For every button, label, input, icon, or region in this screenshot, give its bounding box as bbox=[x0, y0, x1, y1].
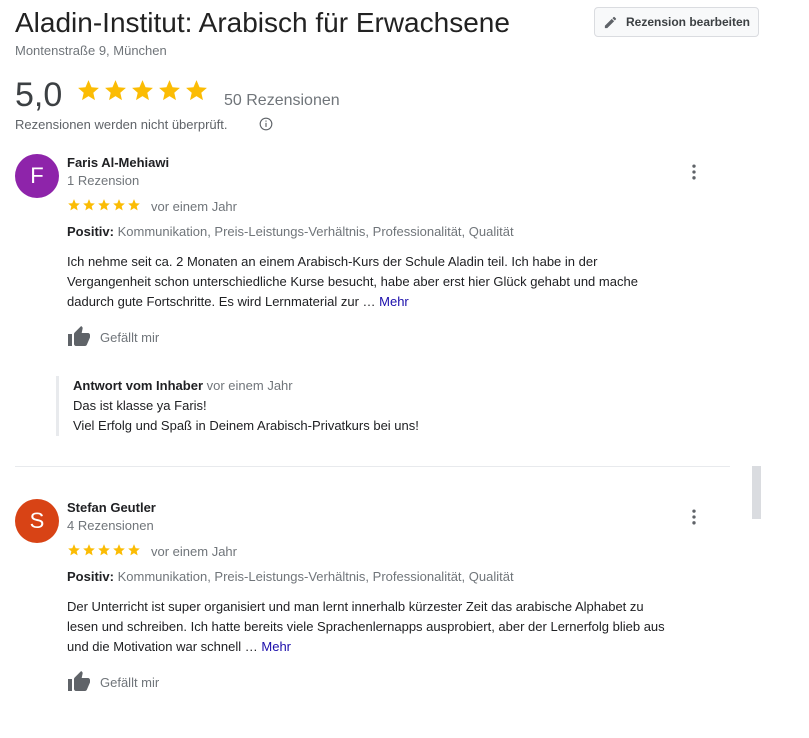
review-text-line: Der Unterricht ist super organisiert und… bbox=[67, 599, 644, 614]
reviewer-name[interactable]: Faris Al-Mehiawi bbox=[67, 155, 169, 170]
verification-notice: Rezensionen werden nicht überprüft. bbox=[15, 117, 228, 132]
reviewer-review-count: 4 Rezensionen bbox=[67, 518, 154, 533]
review-text-line: Ich nehme seit ca. 2 Monaten an einem Ar… bbox=[67, 254, 598, 269]
star-icon bbox=[83, 199, 95, 211]
owner-reply: Antwort vom Inhaber vor einem Jahr Das i… bbox=[56, 376, 419, 436]
like-label: Gefällt mir bbox=[100, 674, 160, 690]
review-count[interactable]: 50 Rezensionen bbox=[224, 92, 340, 110]
star-icon bbox=[68, 544, 80, 556]
business-address: Montenstraße 9, München bbox=[15, 43, 167, 58]
more-link[interactable]: Mehr bbox=[261, 639, 291, 654]
review-stars bbox=[67, 198, 141, 212]
star-icon bbox=[159, 80, 180, 101]
info-icon[interactable] bbox=[259, 117, 273, 131]
owner-reply-line: Viel Erfolg und Spaß in Deinem Arabisch-… bbox=[73, 418, 419, 433]
review-stars bbox=[67, 543, 141, 557]
review-tags: Positiv: Kommunikation, Preis-Leistungs-… bbox=[67, 224, 514, 239]
tags-label: Positiv: bbox=[67, 569, 114, 584]
star-icon bbox=[98, 199, 110, 211]
review-text-line-last: und die Motivation war schnell … Mehr bbox=[67, 639, 292, 654]
reviewer-name[interactable]: Stefan Geutler bbox=[67, 500, 156, 515]
owner-reply-time: vor einem Jahr bbox=[206, 378, 293, 393]
thumbs-up-icon bbox=[68, 326, 90, 346]
review-tags: Positiv: Kommunikation, Preis-Leistungs-… bbox=[67, 569, 514, 584]
average-stars bbox=[76, 78, 209, 103]
star-icon bbox=[113, 199, 125, 211]
average-rating: 5,0 bbox=[15, 76, 63, 114]
thumbs-up-icon bbox=[68, 671, 90, 691]
review-text-line: Vergangenheit schon unterschiedliche Kur… bbox=[67, 274, 638, 289]
star-icon bbox=[105, 80, 126, 101]
avatar[interactable]: S bbox=[15, 499, 59, 543]
tags-list: Kommunikation, Preis-Leistungs-Verhältni… bbox=[117, 224, 514, 239]
review-text: Der Unterricht ist super organisiert und… bbox=[67, 597, 707, 657]
owner-reply-label: Antwort vom Inhaber bbox=[73, 378, 204, 393]
star-icon bbox=[83, 544, 95, 556]
star-icon bbox=[68, 199, 80, 211]
page-title: Aladin-Institut: Arabisch für Erwachsene bbox=[15, 7, 510, 38]
tags-label: Positiv: bbox=[67, 224, 114, 239]
review-time: vor einem Jahr bbox=[151, 544, 237, 559]
star-icon bbox=[128, 199, 140, 211]
reviewer-review-count: 1 Rezension bbox=[67, 173, 140, 188]
star-icon bbox=[128, 544, 140, 556]
like-label: Gefällt mir bbox=[100, 329, 160, 345]
tags-list: Kommunikation, Preis-Leistungs-Verhältni… bbox=[117, 569, 514, 584]
review-time: vor einem Jahr bbox=[151, 199, 237, 214]
review-text: Ich nehme seit ca. 2 Monaten an einem Ar… bbox=[67, 252, 707, 312]
more-link[interactable]: Mehr bbox=[379, 294, 409, 309]
avatar[interactable]: F bbox=[15, 154, 59, 198]
star-icon bbox=[132, 80, 153, 101]
review-text-line-last: dadurch gute Fortschritte. Es wird Lernm… bbox=[67, 294, 409, 309]
pencil-icon bbox=[604, 16, 617, 28]
like-button[interactable]: Gefällt mir bbox=[67, 670, 159, 694]
review-divider bbox=[15, 466, 730, 467]
star-icon bbox=[113, 544, 125, 556]
star-icon bbox=[186, 80, 207, 101]
more-options-icon[interactable] bbox=[684, 507, 704, 527]
more-options-icon[interactable] bbox=[684, 162, 704, 182]
edit-review-label: Rezension bearbeiten bbox=[625, 15, 751, 29]
review-text-line: lesen und schreiben. Ich hatte bereits v… bbox=[67, 619, 665, 634]
owner-reply-line: Das ist klasse ya Faris! bbox=[73, 398, 207, 413]
like-button[interactable]: Gefällt mir bbox=[67, 325, 159, 349]
owner-reply-header: Antwort vom Inhaber vor einem Jahr bbox=[73, 376, 419, 396]
star-icon bbox=[98, 544, 110, 556]
edit-review-button[interactable]: Rezension bearbeiten bbox=[594, 7, 759, 37]
scrollbar-thumb[interactable] bbox=[752, 466, 761, 519]
star-icon bbox=[78, 80, 99, 101]
